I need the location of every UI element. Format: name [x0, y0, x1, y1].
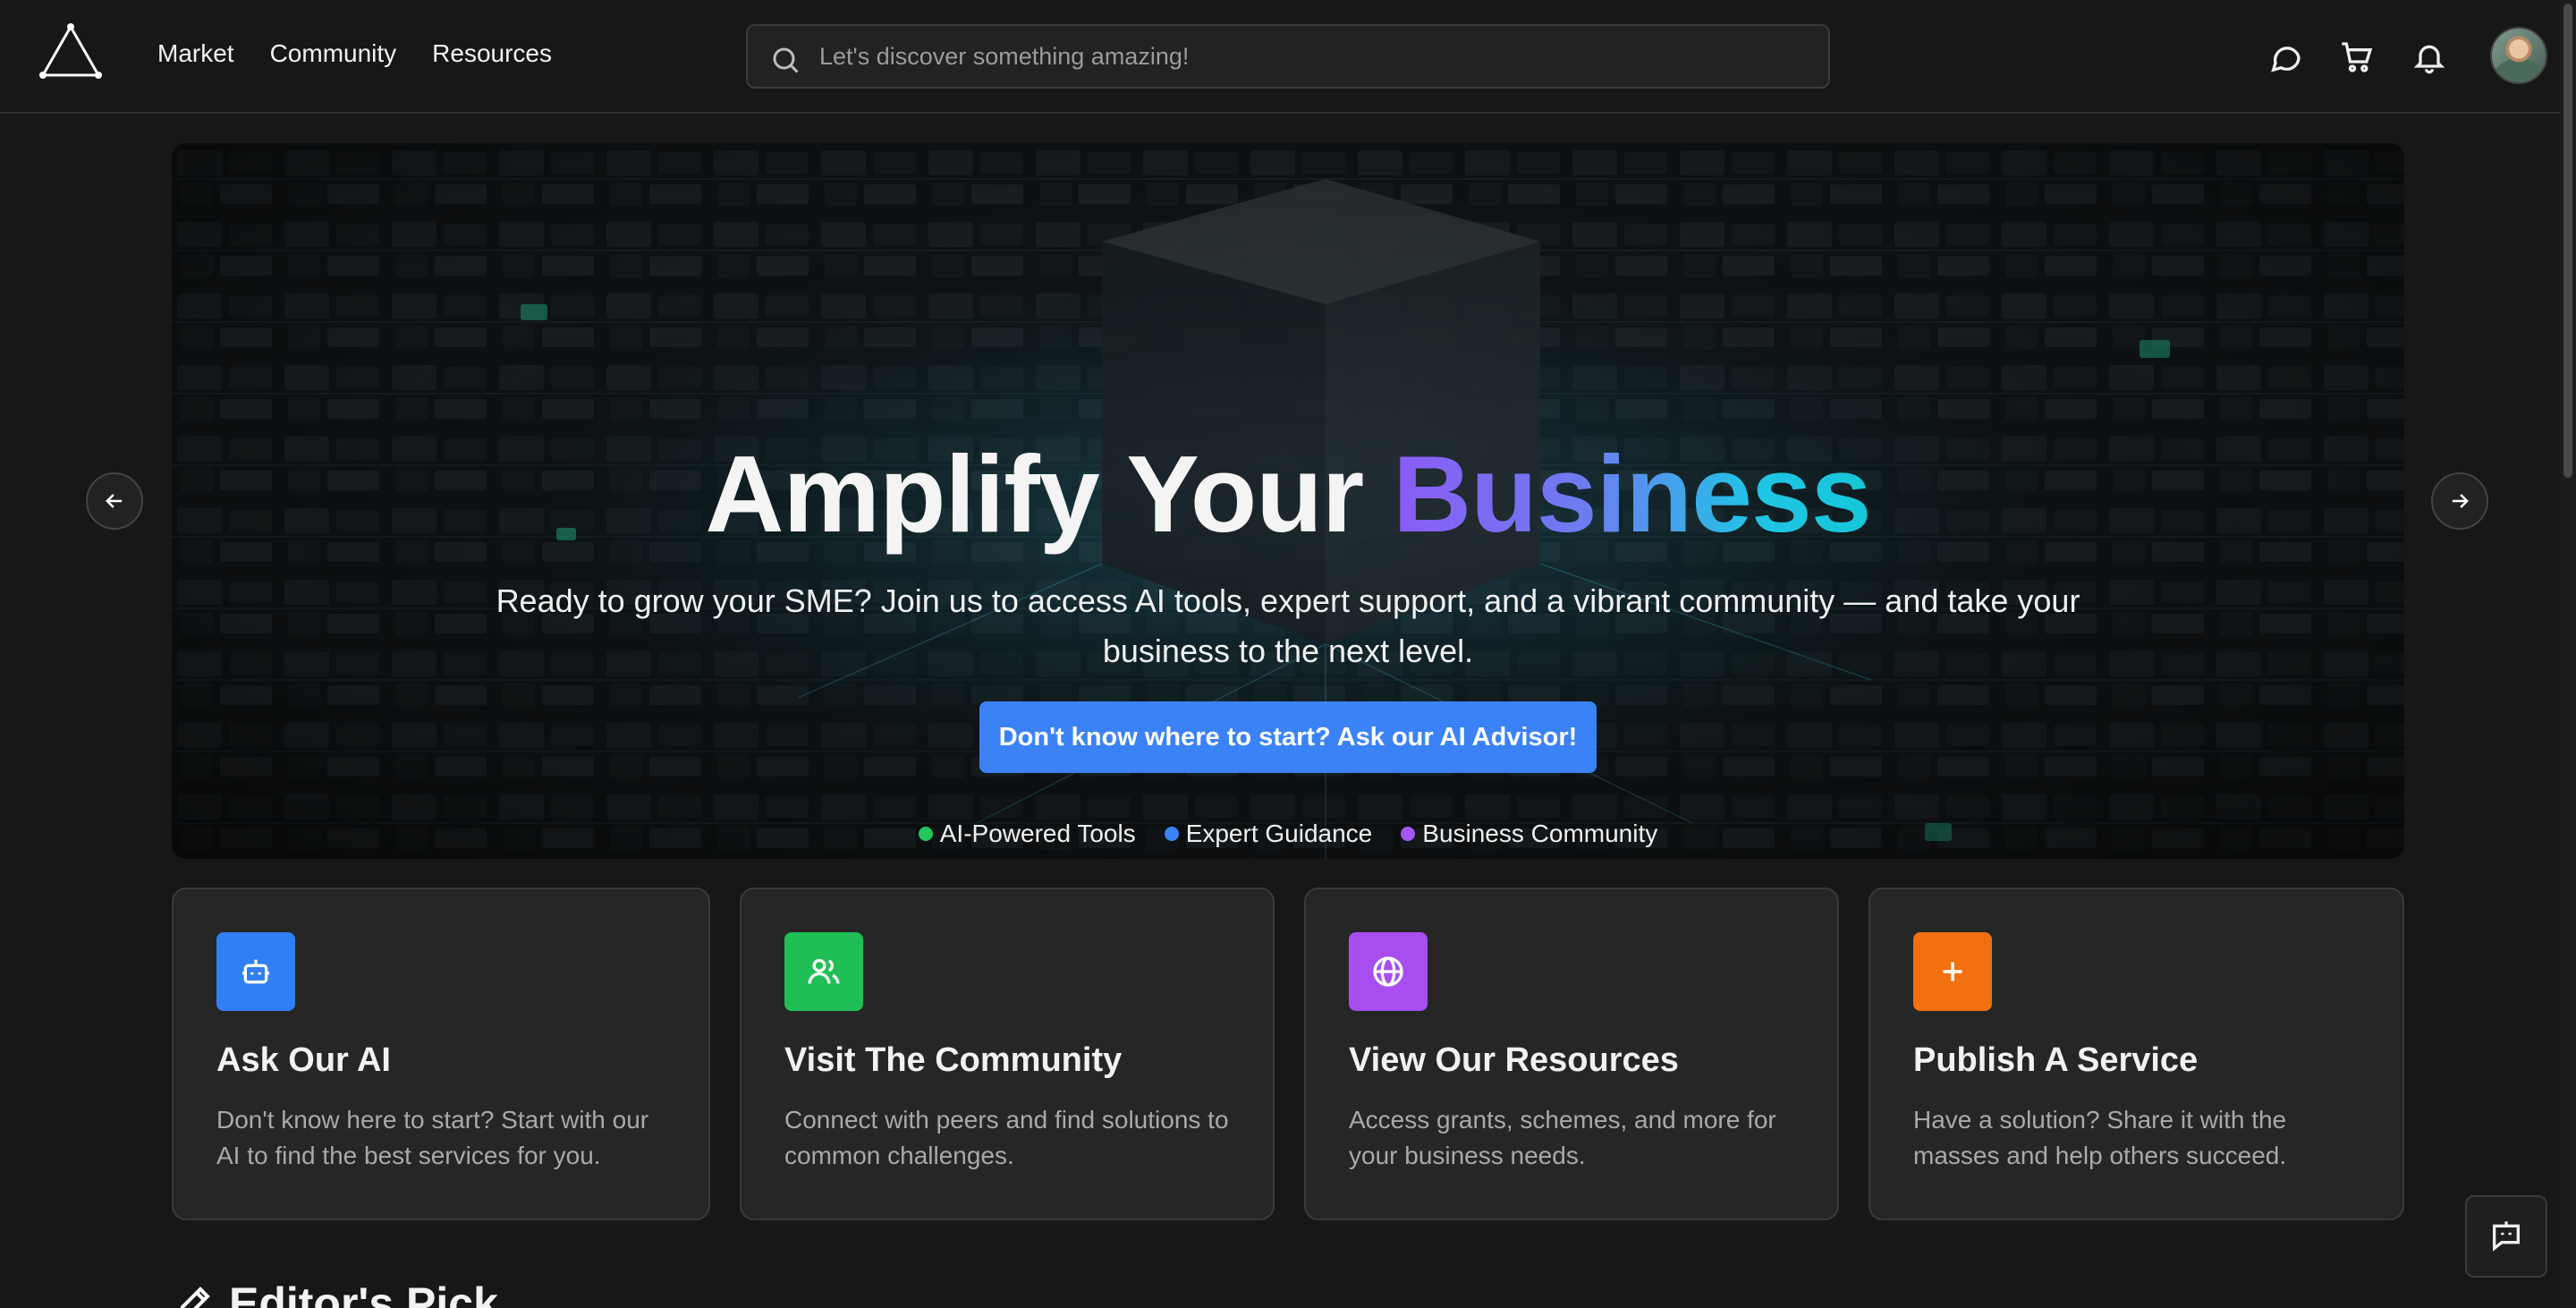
arrow-right-icon [2452, 494, 2469, 508]
card-title: Ask Our AI [216, 1041, 391, 1079]
carousel-next-button[interactable] [2431, 472, 2488, 530]
nav-resources[interactable]: Resources [432, 39, 552, 68]
hero-title-accent: Business [1393, 433, 1871, 555]
card-ask-ai[interactable]: Ask Our AI Don't know here to start? Sta… [172, 888, 710, 1220]
avatar[interactable] [2490, 27, 2547, 84]
carousel-prev-button[interactable] [86, 472, 143, 530]
card-publish-service[interactable]: Publish A Service Have a solution? Share… [1868, 888, 2404, 1220]
globe-icon [1349, 932, 1428, 1011]
scrollbar-thumb[interactable] [2563, 4, 2572, 478]
bot-chat-icon [2493, 1221, 2520, 1252]
nav-community[interactable]: Community [270, 39, 397, 68]
purple-dot-icon [1401, 827, 1416, 841]
hero-title: Amplify Your Business [172, 431, 2404, 556]
tag-ai-tools: AI-Powered Tools [918, 820, 1136, 848]
users-icon [784, 932, 863, 1011]
tag-label: Business Community [1422, 820, 1658, 847]
cart-icon[interactable] [2339, 39, 2375, 75]
card-title: Visit The Community [784, 1041, 1123, 1079]
logo-icon[interactable] [39, 23, 102, 81]
arrow-left-icon [106, 494, 123, 508]
tag-label: Expert Guidance [1185, 820, 1373, 847]
ask-ai-advisor-button[interactable]: Don't know where to start? Ask our AI Ad… [979, 701, 1597, 773]
hero-feature-tags: AI-Powered Tools Expert Guidance Busines… [172, 820, 2404, 848]
bot-icon [216, 932, 295, 1011]
green-dot-icon [918, 827, 933, 841]
card-title: Publish A Service [1913, 1041, 2199, 1079]
section-title: Editor's Pick [229, 1278, 498, 1308]
search-input[interactable] [819, 26, 1803, 87]
card-description: Have a solution? Share it with the masse… [1913, 1106, 2287, 1169]
main-nav: Market Community Resources [157, 39, 552, 68]
tag-expert-guidance: Expert Guidance [1164, 820, 1373, 848]
blue-dot-icon [1164, 827, 1179, 841]
card-visit-community[interactable]: Visit The Community Connect with peers a… [740, 888, 1275, 1220]
card-description: Connect with peers and find solutions to… [784, 1106, 1229, 1169]
nav-market[interactable]: Market [157, 39, 234, 68]
pencil-ruler-icon [180, 1287, 210, 1308]
card-view-resources[interactable]: View Our Resources Access grants, scheme… [1304, 888, 1839, 1220]
section-editors-pick: Editor's Pick [172, 1278, 498, 1308]
tag-label: AI-Powered Tools [939, 820, 1136, 847]
search-bar[interactable] [746, 24, 1830, 89]
search-icon [773, 47, 799, 73]
page-scrollbar[interactable] [2560, 0, 2576, 1308]
hero-subtitle: Ready to grow your SME? Join us to acces… [496, 582, 2080, 669]
plus-icon [1913, 932, 1992, 1011]
chat-bubble-icon[interactable] [2267, 39, 2303, 75]
card-description: Access grants, schemes, and more for you… [1349, 1106, 1776, 1169]
tag-business-community: Business Community [1401, 820, 1657, 848]
card-title: View Our Resources [1349, 1041, 1679, 1079]
hero-banner: Amplify Your Business Ready to grow your… [172, 143, 2404, 859]
chat-assistant-button[interactable] [2465, 1195, 2547, 1278]
bell-icon[interactable] [2411, 39, 2447, 75]
hero-title-plain: Amplify Your [705, 433, 1394, 555]
top-navbar: Market Community Resources [0, 0, 2576, 114]
page: Market Community Resources Let's discove… [0, 0, 2576, 1308]
card-description: Don't know here to start? Start with our… [216, 1106, 649, 1169]
